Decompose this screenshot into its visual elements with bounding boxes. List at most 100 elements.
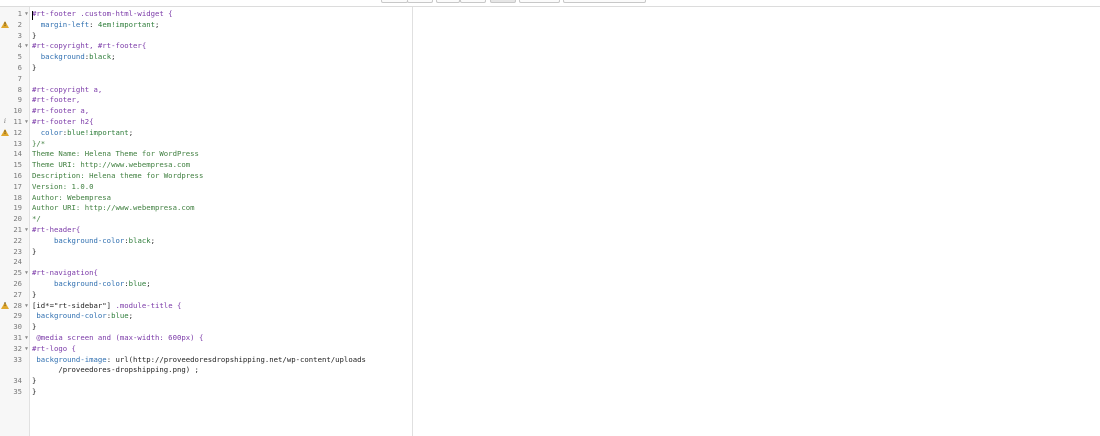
code-token: /proveedores-dropshipping.png) ; [32, 365, 199, 375]
code-text: @media screen and (max-width: 600px) { [32, 333, 203, 344]
line-number: 4 [17, 41, 22, 51]
line-number: 26 [13, 278, 22, 288]
fold-arrow-icon[interactable]: ▼ [25, 9, 28, 20]
code-line[interactable]: 25 ▼ #rt-navigation{ [13, 268, 412, 279]
code-line[interactable]: 11 ▼ i #rt-footer h2{ [4, 117, 412, 128]
code-line[interactable]: 31 ▼ @media screen and (max-width: 600px)… [13, 333, 412, 344]
code-text: #rt-footer .custom-html-widget { [32, 9, 173, 20]
code-line[interactable]: 18 Author: Webempresa [13, 193, 412, 204]
code-text: #rt-logo { [32, 344, 76, 355]
fold-arrow-icon[interactable]: ▼ [25, 268, 28, 279]
code-line[interactable]: 29 background-color:blue; [13, 311, 412, 322]
code-line[interactable]: 30} [13, 322, 412, 333]
code-line[interactable]: 2 margin-left: 4em!important; [1, 19, 412, 31]
fold-arrow-icon[interactable]: ▼ [25, 333, 28, 344]
code-token: blue [128, 278, 147, 288]
code-text: margin-left: 4em!important; [32, 19, 160, 31]
fold-arrow-icon[interactable]: ▼ [25, 225, 28, 236]
code-token: #rt-footer, [32, 95, 81, 105]
line-number: 30 [13, 322, 22, 332]
toolbar-button[interactable] [407, 0, 433, 3]
code-token: ; [128, 311, 134, 321]
code-lines[interactable]: 1▼#rt-footer .custom-html-widget {2 marg… [1, 9, 412, 398]
toolbar-select[interactable] [563, 0, 646, 3]
code-line[interactable]: 23} [13, 247, 412, 258]
code-token: ; [150, 235, 156, 245]
code-line[interactable]: 16 Description: Helena theme for Wordpres… [13, 170, 412, 182]
code-line[interactable]: 20 */ [13, 214, 412, 225]
line-number: 27 [13, 289, 22, 299]
line-number: 3 [17, 30, 22, 40]
code-line[interactable]: 28▼[id*="rt-sidebar"] .module-title { [1, 300, 412, 312]
code-line[interactable]: 10 #rt-footer a, [13, 106, 412, 117]
line-number: 13 [13, 138, 22, 148]
preview-pane [413, 7, 1100, 436]
toolbar-button[interactable] [460, 0, 486, 3]
fold-arrow-icon[interactable]: ▼ [25, 41, 28, 52]
code-text: color:blue!important; [32, 128, 133, 139]
code-line[interactable]: 27} [13, 289, 412, 301]
code-line[interactable]: 17 Version: 1.0.0 [13, 182, 412, 193]
code-line[interactable]: 26 background-color:blue; [13, 279, 412, 290]
code-line[interactable]: 9 #rt-footer, [18, 95, 412, 106]
code-text: Theme Name: Helena Theme for WordPress [32, 149, 199, 160]
code-line[interactable]: 35} [13, 387, 412, 398]
code-token: #rt-footer .custom-html-widget { [32, 9, 173, 18]
code-editor[interactable]: 1▼#rt-footer .custom-html-widget {2 marg… [0, 6, 1100, 436]
code-token: */ [32, 214, 41, 224]
code-token: [id*="rt-sidebar"] [32, 300, 116, 310]
code-line[interactable]: 14 Theme Name: Helena Theme for WordPress [13, 149, 412, 160]
line-number: 14 [13, 149, 22, 159]
info-icon[interactable]: i [4, 117, 6, 128]
code-text: background:black; [32, 52, 116, 63]
code-token: blue [111, 311, 129, 321]
code-line[interactable]: 13 }/* [13, 139, 412, 150]
code-line[interactable]: 5 background:black; [18, 52, 412, 63]
toolbar-button[interactable] [519, 0, 560, 3]
warning-icon[interactable] [1, 129, 9, 137]
code-line[interactable]: 21 ▼ #rt-header{ [13, 224, 412, 236]
line-number: 18 [13, 192, 22, 202]
code-line[interactable]: 8 #rt-copyright a, [18, 85, 412, 96]
code-token: }/* [32, 138, 46, 148]
code-line[interactable]: 6} [18, 63, 412, 74]
code-line[interactable]: 34} [13, 376, 412, 387]
code-token: background-color [32, 235, 125, 245]
code-token: Description: Helena theme for Wordpress [32, 170, 204, 180]
line-number: 32 [13, 343, 22, 353]
code-token: 4em!important [97, 19, 156, 29]
code-token: url(http://proveedoresdropshipping.net/w… [115, 354, 366, 364]
toolbar-button-active[interactable] [490, 0, 516, 3]
code-line[interactable]: /proveedores-dropshipping.png) ; [30, 365, 412, 376]
code-token: #rt-header{ [32, 224, 81, 234]
code-line[interactable]: 24 [13, 257, 412, 268]
fold-arrow-icon[interactable]: ▼ [25, 301, 28, 312]
code-text: background-color:blue; [32, 279, 151, 290]
code-text: } [32, 63, 36, 74]
code-text: }/* [32, 139, 45, 150]
code-text: } [32, 387, 36, 398]
code-token: margin-left [32, 19, 90, 29]
toolbar-button[interactable] [381, 0, 408, 3]
code-line[interactable]: 33 background-image: url(http://proveedo… [13, 355, 412, 366]
code-line[interactable]: 3} [18, 31, 412, 42]
line-number: 22 [13, 235, 22, 245]
code-token: } [32, 289, 37, 299]
fold-arrow-icon[interactable]: ▼ [25, 344, 28, 355]
code-token: background-color [32, 278, 125, 288]
code-line[interactable]: 22 background-color:black; [13, 235, 412, 247]
code-line[interactable]: 1 ▼ #rt-footer .custom-html-widget { [18, 9, 412, 20]
toolbar-button[interactable] [436, 0, 460, 3]
warning-icon[interactable] [1, 302, 9, 310]
code-token: } [32, 386, 37, 396]
code-line[interactable]: 32 ▼ #rt-logo { [13, 344, 412, 355]
code-line[interactable]: 19 Author URI: http://www.webempresa.com [13, 203, 412, 214]
code-line[interactable]: 12 color:blue!important; [1, 128, 412, 139]
fold-arrow-icon[interactable]: ▼ [25, 117, 28, 128]
warning-icon[interactable] [1, 21, 9, 29]
code-line[interactable]: 15 Theme URI: http://www.webempresa.com [13, 160, 412, 171]
code-line[interactable]: 4 ▼ #rt-copyright, #rt-footer{ [18, 41, 412, 52]
code-text: background-image: url(http://proveedores… [32, 355, 366, 366]
code-line[interactable]: 7 [18, 74, 412, 85]
code-text: } [32, 322, 36, 333]
